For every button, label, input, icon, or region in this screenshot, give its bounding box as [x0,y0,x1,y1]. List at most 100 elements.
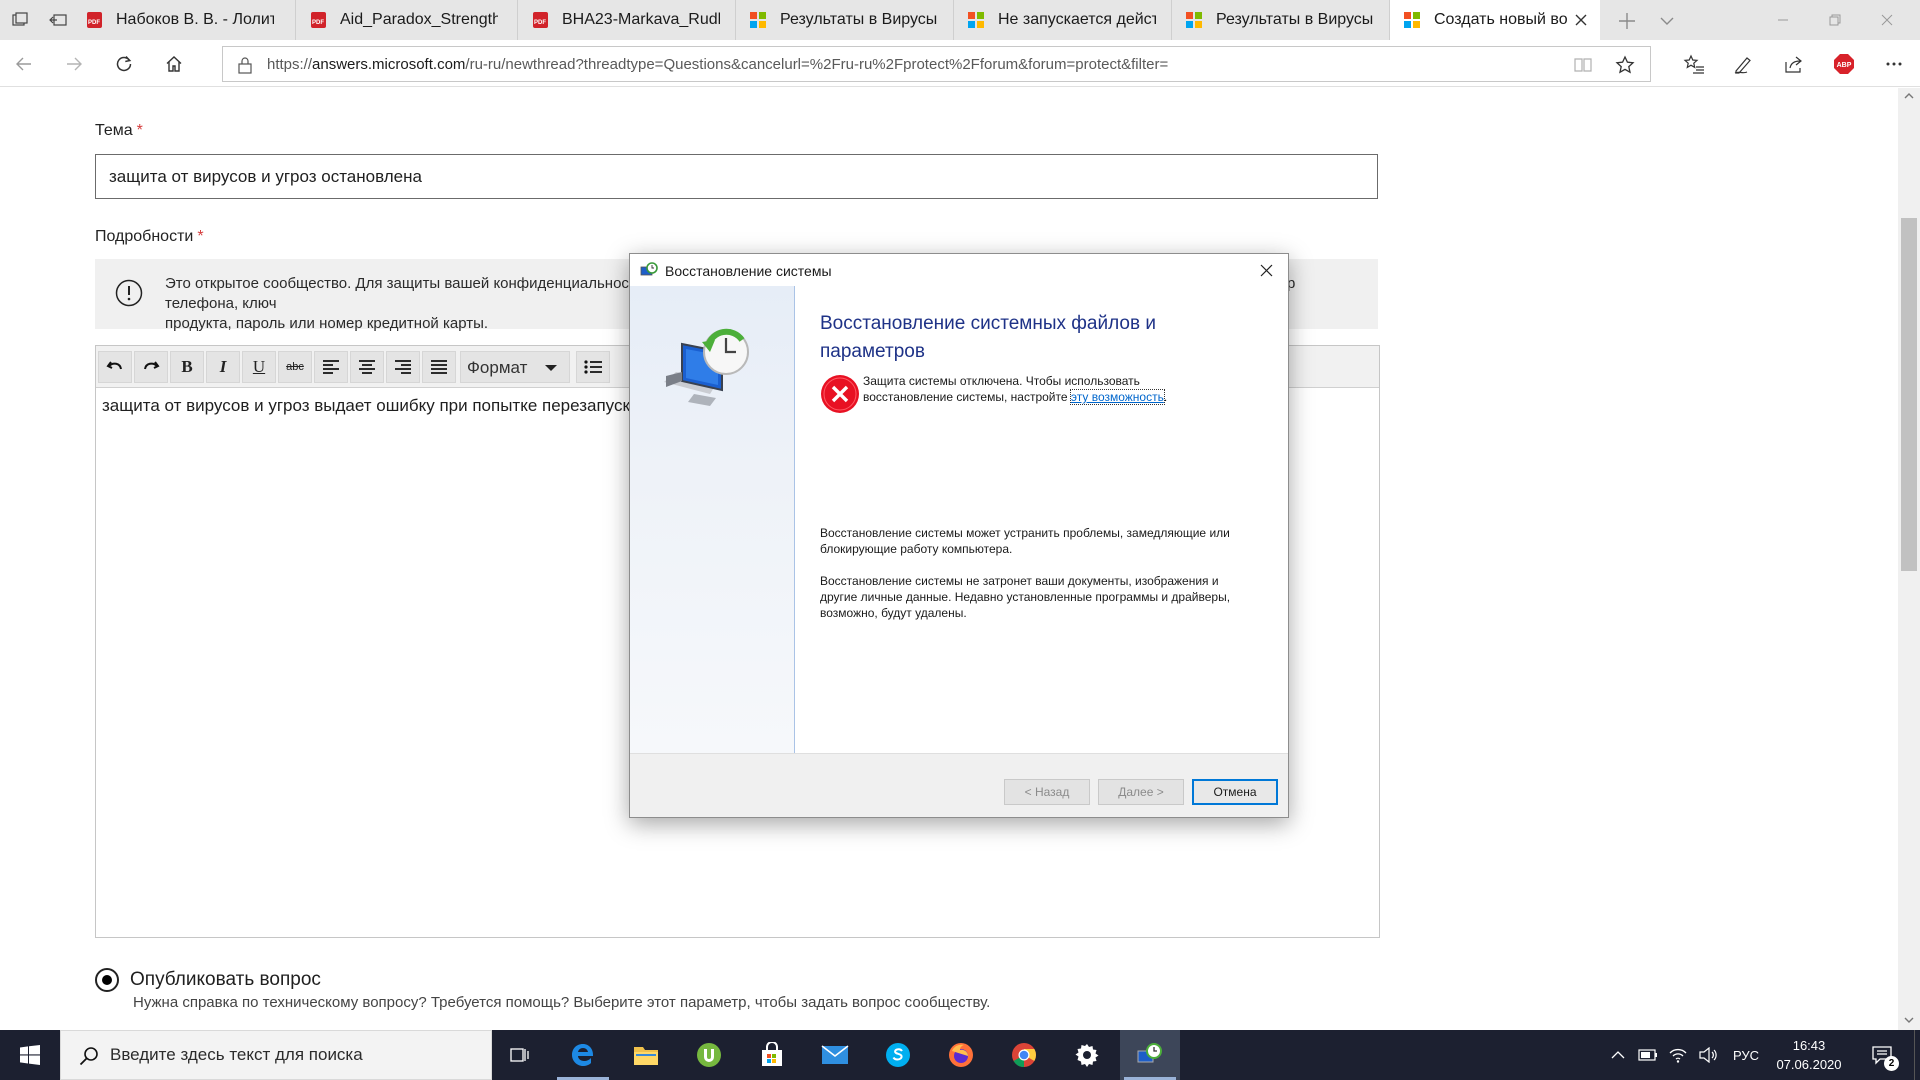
align-right-icon [395,360,411,374]
microsoft-icon [1186,12,1202,28]
taskbar-store[interactable] [742,1030,802,1080]
next-button[interactable]: Далее > [1098,779,1184,805]
justify-button[interactable] [422,351,456,383]
align-left-button[interactable] [314,351,348,383]
taskbar-chrome[interactable] [994,1030,1054,1080]
favorites-button[interactable] [1678,48,1710,80]
taskbar-settings[interactable] [1057,1030,1117,1080]
task-view-button[interactable] [490,1030,550,1080]
tab-5[interactable]: Не запускается действ [954,0,1172,40]
restore-icon [1829,14,1841,26]
error-icon [821,375,859,413]
battery-icon [1638,1049,1657,1061]
clock[interactable]: 16:43 07.06.2020 [1772,1036,1846,1074]
taskbar-edge[interactable] [553,1030,613,1080]
tab-preview-button[interactable] [2,0,38,40]
tab-list-button[interactable] [1652,8,1682,34]
redo-button[interactable] [134,351,168,383]
star-favorite-icon[interactable] [1615,55,1635,75]
align-center-button[interactable] [350,351,384,383]
refresh-button[interactable] [108,48,140,80]
volume-indicator[interactable] [1696,1030,1720,1080]
taskbar-file-explorer[interactable] [616,1030,676,1080]
adblock-plus-icon: ABP [1834,54,1854,74]
taskbar-firefox[interactable] [931,1030,991,1080]
dialog-titlebar[interactable]: Восстановление системы [630,254,1288,286]
strikethrough-button[interactable]: abc [278,351,312,383]
taskbar-skype[interactable] [868,1030,928,1080]
close-icon [1575,14,1587,26]
system-restore-illustration-icon [664,328,749,406]
settings-more-button[interactable] [1878,48,1910,80]
tab-3[interactable]: PDF BHA23-Markava_Rudlir [518,0,736,40]
cancel-button[interactable]: Отмена [1192,779,1278,805]
scroll-up-icon[interactable] [1904,92,1914,100]
restore-button[interactable] [1812,0,1858,40]
dialog-main-panel: Восстановление системных файлов и параме… [795,286,1288,753]
microsoft-icon [750,12,766,28]
pen-icon [1734,57,1751,74]
notes-button[interactable] [1728,48,1760,80]
back-button[interactable]: < Назад [1004,779,1090,805]
forward-button[interactable] [58,48,90,80]
bold-button[interactable]: B [170,351,204,383]
editor-body-text[interactable]: защита от вирусов и угроз выдает ошибку … [102,396,640,416]
url-scheme: https:// [267,56,313,73]
details-label: Подробности * [95,228,204,246]
reading-view-icon[interactable] [1573,56,1593,74]
undo-button[interactable] [98,351,132,383]
arrow-left-icon [16,57,31,71]
taskbar-search[interactable]: Введите здесь текст для поиска [60,1030,492,1080]
italic-button[interactable]: I [206,351,240,383]
chevron-down-icon [1660,17,1674,25]
adblock-extension-button[interactable]: ABP [1828,48,1860,80]
minimize-button[interactable] [1760,0,1806,40]
page-scrollbar[interactable] [1898,88,1920,1030]
show-hidden-icons-button[interactable] [1606,1030,1630,1080]
back-button[interactable] [8,48,40,80]
underline-button[interactable]: U [242,351,276,383]
tab-2[interactable]: PDF Aid_Paradox_Strengthe [296,0,518,40]
battery-indicator[interactable] [1636,1030,1660,1080]
set-tabs-aside-button[interactable] [40,0,76,40]
microsoft-icon [968,12,984,28]
configure-protection-link[interactable]: эту возможность [1069,389,1165,405]
taskbar-utorrent[interactable] [679,1030,739,1080]
tab-4[interactable]: Результаты в Вирусы и [736,0,954,40]
tab-6[interactable]: Результаты в Вирусы и [1172,0,1390,40]
format-dropdown[interactable]: Формат [460,351,570,383]
system-restore-icon [1137,1043,1162,1063]
scrollbar-thumb[interactable] [1901,218,1917,571]
wifi-icon [1669,1048,1687,1063]
tab-1[interactable]: PDF Набоков В. В. - Лолита [72,0,296,40]
show-desktop-button[interactable] [1914,1030,1920,1080]
publish-radio[interactable] [95,968,119,992]
arrow-right-icon [67,57,82,71]
required-mark: * [136,122,143,139]
network-indicator[interactable] [1666,1030,1690,1080]
close-tab-button[interactable] [1572,11,1590,29]
info-exclamation-icon [115,279,143,307]
dialog-close-button[interactable] [1244,254,1288,286]
language-indicator[interactable]: РУС [1726,1030,1766,1080]
new-tab-button[interactable] [1612,8,1642,34]
taskbar-mail[interactable] [805,1030,865,1080]
home-button[interactable] [158,48,190,80]
scroll-down-icon[interactable] [1904,1016,1914,1024]
navigation-bar: https://answers.microsoft.com/ru-ru/newt… [0,40,1920,87]
store-bag-icon [762,1042,782,1066]
close-window-button[interactable] [1864,0,1910,40]
address-bar[interactable]: https://answers.microsoft.com/ru-ru/newt… [222,46,1651,82]
align-right-button[interactable] [386,351,420,383]
edge-browser-icon [572,1044,594,1066]
task-view-icon [510,1048,529,1062]
dialog-side-panel [630,286,795,753]
taskbar-system-restore[interactable] [1120,1030,1180,1080]
bullet-list-button[interactable] [576,351,610,383]
lock-icon [238,57,252,74]
start-button[interactable] [0,1030,60,1080]
share-button[interactable] [1778,48,1810,80]
tab-7-active[interactable]: Создать новый во [1390,0,1600,40]
action-center-button[interactable]: 2 [1862,1030,1902,1080]
subject-input[interactable]: защита от вирусов и угроз остановлена [95,154,1378,199]
